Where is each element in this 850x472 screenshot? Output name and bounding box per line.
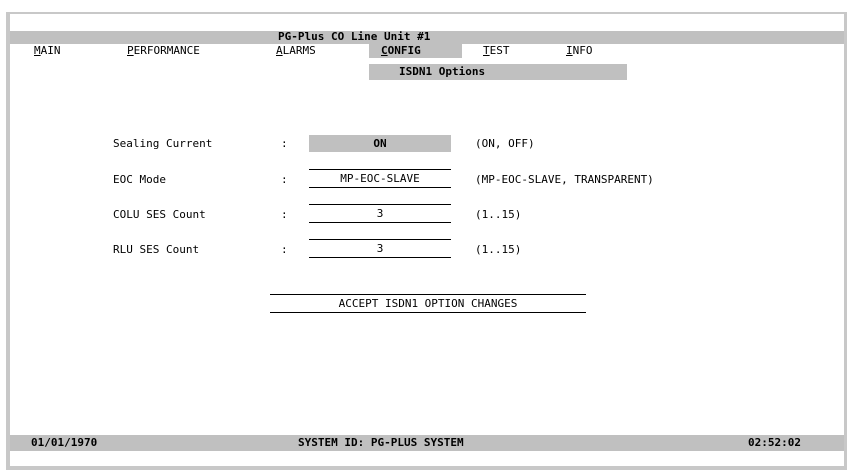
eoc-mode-label: EOC Mode [113, 173, 166, 186]
rlu-ses-count-label: RLU SES Count [113, 243, 200, 256]
status-time: 02:52:02 [748, 436, 801, 449]
menu-main-accel: M [34, 44, 41, 57]
eoc-mode-separator: : [281, 173, 288, 186]
frame-right-border [844, 12, 847, 466]
submenu-isdn1-options[interactable]: ISDN1 Options [399, 65, 485, 79]
accept-isdn1-option-changes-button[interactable]: ACCEPT ISDN1 OPTION CHANGES [270, 294, 586, 313]
menu-info-rest: NFO [572, 44, 593, 57]
menu-alarms-accel: A [276, 44, 283, 57]
rlu-ses-count-separator: : [281, 243, 288, 256]
menu-alarms-rest: LARMS [282, 44, 316, 57]
sealing-current-range: (ON, OFF) [475, 137, 535, 150]
page-title: PG-Plus CO Line Unit #1 [278, 30, 431, 43]
colu-ses-count-separator: : [281, 208, 288, 221]
frame-bottom-border [6, 466, 847, 470]
sealing-current-separator: : [281, 137, 288, 150]
menu-info-accel: I [566, 44, 573, 57]
menu-test-rest: EST [489, 44, 510, 57]
menu-config[interactable]: CONFIG [381, 44, 421, 58]
menu-performance-accel: P [127, 44, 134, 57]
status-date: 01/01/1970 [31, 436, 98, 449]
colu-ses-count-range: (1..15) [475, 208, 522, 221]
menu-test[interactable]: TEST [483, 44, 510, 58]
colu-ses-count-label: COLU SES Count [113, 208, 206, 221]
menu-config-accel: C [381, 44, 388, 57]
menu-main-rest: AIN [40, 44, 61, 57]
menu-info[interactable]: INFO [566, 44, 593, 58]
sealing-current-value: ON [373, 137, 387, 150]
menu-test-accel: T [483, 44, 490, 57]
rlu-ses-count-field[interactable]: 3 [309, 239, 451, 258]
eoc-mode-field[interactable]: MP-EOC-SLAVE [309, 169, 451, 188]
menu-performance[interactable]: PERFORMANCE [127, 44, 200, 58]
menu-main[interactable]: MAIN [34, 44, 61, 58]
menu-performance-rest: ERFORMANCE [133, 44, 200, 57]
frame-left-border [6, 12, 10, 466]
frame-top-border [6, 12, 847, 14]
status-system-id: SYSTEM ID: PG-PLUS SYSTEM [298, 436, 464, 449]
eoc-mode-range: (MP-EOC-SLAVE, TRANSPARENT) [475, 173, 654, 186]
colu-ses-count-field[interactable]: 3 [309, 204, 451, 223]
rlu-ses-count-range: (1..15) [475, 243, 522, 256]
menu-config-rest: ONFIG [387, 44, 421, 57]
sealing-current-label: Sealing Current [113, 137, 213, 150]
menu-alarms[interactable]: ALARMS [276, 44, 316, 58]
